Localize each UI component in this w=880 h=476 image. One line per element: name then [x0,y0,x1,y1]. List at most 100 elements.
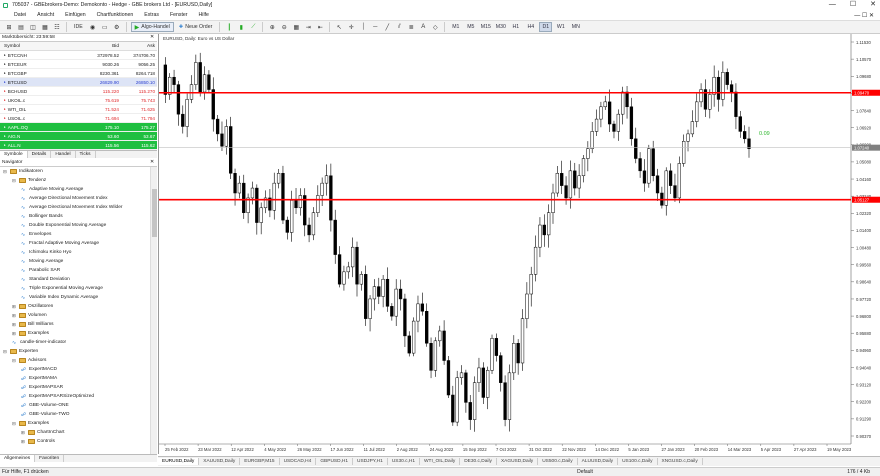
timeframe-mn[interactable]: MN [569,22,582,32]
chart-shift-icon[interactable]: ⇤ [315,22,325,32]
crosshair-icon[interactable]: ✛ [346,22,356,32]
market-watch-row[interactable]: ▸ WTI_OIL 71.524 71.625 [0,105,157,114]
navigator-item[interactable]: ∿ Average Directional Movement Index [21,194,108,203]
navigator-item[interactable]: ⊟ Experten [3,347,38,356]
menu-ansicht[interactable]: Ansicht [37,12,54,18]
chart-tab[interactable]: XNGUSD.c,Daily [658,458,703,465]
col-ask[interactable]: Ask [119,44,155,49]
new-chart-icon[interactable]: ⊞ [4,22,14,32]
terminal-icon[interactable]: ▭ [100,22,110,32]
grid-icon[interactable]: ▦ [291,22,301,32]
chart-text-label[interactable]: 0.09 [759,131,770,137]
market-watch-row[interactable]: ▸ BTCEUR 9030.26 9056.25 [0,60,157,69]
price-chart[interactable]: 1.115301.105701.096801.087601.078401.069… [159,34,880,454]
candle-chart-icon[interactable]: ▮ [236,22,246,32]
collapse-icon[interactable]: ⊟ [12,178,17,184]
text-icon[interactable]: A [418,22,428,32]
navigator-item[interactable]: ∿ Standard Deviation [21,275,70,284]
chart-tab[interactable]: US100.c,Daily [618,458,658,465]
market-watch-row[interactable]: ▸ BCHUSD 115.220 115.270 [0,87,157,96]
strategy-tester-icon[interactable]: ◉ [88,22,98,32]
navigator-item[interactable]: ⊟ Tendenz [12,176,46,185]
market-watch-row[interactable]: ▸ AIG.N 53.60 53.67 [0,132,157,141]
chart-tab[interactable]: XAGUSD,Daily [497,458,539,465]
chart-window[interactable]: 1.115301.105701.096801.087601.078401.069… [158,34,880,454]
chart-tab[interactable]: GBPUSD,H1 [316,458,354,465]
navigator-item[interactable]: ☍ GBE-Volume-ONE [21,401,69,410]
timeframe-h4[interactable]: H4 [524,22,537,32]
chart-tab[interactable]: USDCAD,H4 [280,458,317,465]
navigator-icon[interactable]: ▦ [40,22,50,32]
navigator-item[interactable]: ∿ Average Directional Movement Index Wild… [21,203,123,212]
channel-icon[interactable]: ⫽ [394,22,404,32]
algo-trading-button[interactable]: ▶ Algo-Handel [130,22,174,32]
navigator-scrollbar[interactable] [150,167,157,454]
navigator-item[interactable]: ⊞ Bill Williams [12,320,54,329]
profiles-icon[interactable]: ▤ [16,22,26,32]
chart-tab[interactable]: WTI_OIL,Daily [420,458,461,465]
menu-hilfe[interactable]: Hilfe [199,12,209,18]
navigator-item[interactable]: ☍ GBE-Volume-TWO [21,410,70,419]
market-watch-row[interactable]: ▸ BTCUSD 26829.90 26850.10 [0,78,157,87]
child-window-controls[interactable]: — ☐ ✕ [854,12,874,19]
data-window-icon[interactable]: ☷ [52,22,62,32]
expand-icon[interactable]: ⊞ [12,304,17,310]
navigator-item[interactable]: ☍ ExpertMACD [21,365,57,374]
cursor-icon[interactable]: ↖ [334,22,344,32]
timeframe-m1[interactable]: M1 [449,22,462,32]
chart-tab[interactable]: USDJPY,H1 [353,458,388,465]
expand-icon[interactable]: ⊞ [12,331,17,337]
vertical-line-icon[interactable]: │ [358,22,368,32]
maximize-icon[interactable]: ☐ [850,0,856,10]
navigator-item[interactable]: ∿ Moving Average [21,257,63,266]
autoscroll-icon[interactable]: ⇥ [303,22,313,32]
tab-ticks[interactable]: Ticks [76,151,96,158]
tab-symbole[interactable]: Symbole [0,151,28,158]
shapes-icon[interactable]: ◇ [430,22,440,32]
navigator-item[interactable]: ☍ ExpertMAPSARSizeOptimized [21,392,94,401]
navigator-item[interactable]: ∿ Envelopes [21,230,51,239]
market-watch-row[interactable]: ▸ AAPL.OQ 175.10 175.27 [0,123,157,132]
navigator-item[interactable]: ⊟ Examples [12,419,49,428]
navigator-item[interactable]: ⊞ ChartInChart [21,428,64,437]
close-icon[interactable]: ✕ [870,0,876,10]
zoom-in-icon[interactable]: ⊕ [267,22,277,32]
timeframe-w1[interactable]: W1 [554,22,567,32]
tab-allgemeines[interactable]: Allgemeines [0,455,36,462]
market-watch-row[interactable]: ▸ BTCCNH 372978.52 374706.70 [0,51,157,60]
navigator-item[interactable]: ∿ Ichimoku Kinko Hyo [21,248,71,257]
menu-fenster[interactable]: Fenster [170,12,188,18]
chart-tab[interactable]: DE30.c,Daily [460,458,497,465]
tab-details[interactable]: Details [28,151,52,158]
navigator-item[interactable]: ∿ Double Exponential Moving Average [21,221,106,230]
navigator-item[interactable]: ☍ ExpertMAPSAR [21,383,63,392]
collapse-icon[interactable]: ⊟ [12,358,17,364]
new-order-button[interactable]: ✚ Neue Order [176,22,215,32]
market-watch-icon[interactable]: ◫ [28,22,38,32]
timeframe-m5[interactable]: M5 [464,22,477,32]
horizontal-line-icon[interactable]: ─ [370,22,380,32]
navigator-item[interactable]: ⊟ Advisors [12,356,46,365]
navigator-item[interactable]: ⊞ Volumen [12,311,47,320]
col-symbol[interactable]: Symbol [0,44,82,49]
expand-icon[interactable]: ⊞ [12,322,17,328]
navigator-item[interactable]: ∿ Fractal Adaptive Moving Average [21,239,99,248]
tab-favoriten[interactable]: Favoriten [35,455,65,462]
line-chart-icon[interactable]: ⟋ [248,22,258,32]
close-icon[interactable]: ✕ [150,35,154,40]
fibonacci-icon[interactable]: ≣ [406,22,416,32]
timeframe-m15[interactable]: M15 [479,22,492,32]
timeframe-m30[interactable]: M30 [494,22,507,32]
menu-datei[interactable]: Datei [14,12,26,18]
timeframe-h1[interactable]: H1 [509,22,522,32]
bar-chart-icon[interactable]: ┃ [224,22,234,32]
menu-einfügen[interactable]: Einfügen [65,12,85,18]
navigator-item[interactable]: ∿ Adaptive Moving Average [21,185,83,194]
col-bid[interactable]: Bid [82,44,119,49]
navigator-item[interactable]: ⊞ Examples [12,329,49,338]
navigator-item[interactable]: ∿ Triple Exponential Moving Average [21,284,103,293]
scroll-thumb[interactable] [152,189,157,237]
collapse-icon[interactable]: ⊟ [12,421,17,427]
minimize-icon[interactable]: — [829,0,836,10]
chart-tab[interactable]: US500.c,Daily [538,458,578,465]
